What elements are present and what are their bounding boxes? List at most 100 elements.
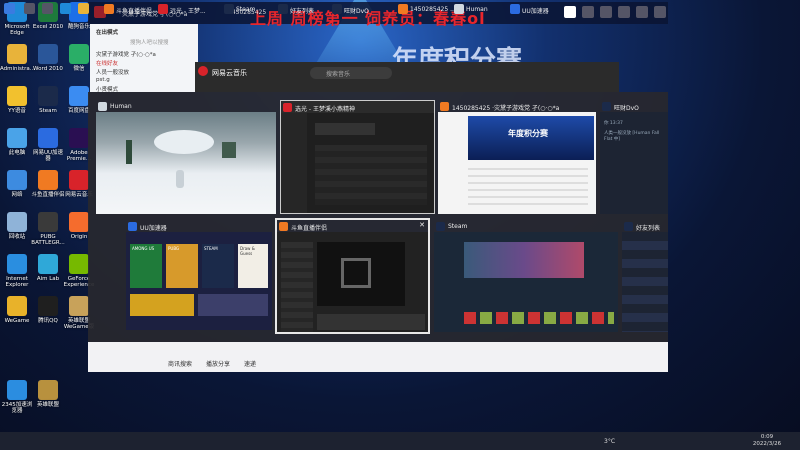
bell-icon[interactable]	[618, 6, 630, 18]
desktop-icon[interactable]: Internet Explorer	[0, 254, 34, 300]
desktop-icon-label: 回收站	[8, 234, 26, 240]
promo-banner[interactable]	[198, 294, 268, 316]
desktop-icon[interactable]: Aim Lab	[31, 254, 65, 300]
taskbar-task[interactable]: Human	[452, 1, 488, 17]
window-title: 1450285425 ·灾黛子游戏党 孑(○·○*a	[452, 105, 560, 112]
douyu-icon	[398, 4, 408, 14]
search-icon[interactable]	[24, 3, 35, 14]
desktop-icon[interactable]: PUBG BATTLEGR...	[31, 212, 65, 258]
desktop-icon[interactable]: 斗鱼直播伴侣	[31, 170, 65, 216]
game-tile[interactable]: AMONG US	[130, 244, 162, 288]
taskbar-task[interactable]: UU加速器	[508, 1, 549, 17]
task-window-uu[interactable]: UU加速器 AMONG US PUBG STEAM Draw & Guess	[126, 220, 272, 330]
desktop-icon[interactable]: YY语音	[0, 86, 34, 132]
task-window-stream[interactable]: 1450285425 ·灾黛子游戏党 孑(○·○*a 年度积分赛	[438, 100, 596, 214]
music-player-body	[281, 113, 434, 213]
douyu-icon	[440, 102, 449, 111]
music-search-input[interactable]: 搜索音乐	[310, 67, 392, 79]
desktop-icon-label: WeGame	[4, 318, 30, 324]
desktop-icon-label: Excel 2010	[32, 24, 64, 30]
window-title: Human	[110, 103, 132, 110]
desktop-icon[interactable]: Administra...	[0, 44, 35, 90]
steam-icon	[38, 86, 58, 106]
toolbar-item[interactable]: 速递	[244, 359, 256, 368]
douyu-icon	[104, 4, 114, 14]
qq-chat-panel: 在出模式 搜狗人吧以搜搜 灾黛子游戏党 孑(○·○*a 在线好友 人员一般没放 …	[90, 24, 198, 93]
task-window-human[interactable]: Human	[96, 100, 276, 214]
steam-featured-banner	[464, 242, 584, 278]
taskbar-task[interactable]: 1450285425 ...	[396, 1, 456, 17]
chat-line[interactable]: 灾黛子游戏党 孑(○·○*a	[96, 50, 156, 58]
music-sidebar	[281, 113, 307, 213]
task-window-music[interactable]: 选光 - 王梦溪小燕精神	[280, 100, 435, 214]
close-icon[interactable]: ✕	[419, 221, 425, 229]
task-window-steam[interactable]: Steam	[434, 220, 618, 332]
steam-store-body	[434, 232, 618, 332]
gamepad-icon[interactable]	[582, 6, 594, 18]
game-tile[interactable]: STEAM	[202, 244, 234, 288]
preview-logo	[341, 258, 371, 288]
desktop-icon-label: Internet Explorer	[5, 276, 29, 288]
netease-music-window	[195, 62, 619, 92]
chat-line[interactable]: 在线好友	[96, 59, 118, 67]
edge-icon[interactable]	[60, 3, 71, 14]
taskbar-task-label: 斗鱼直播伴侣	[116, 8, 153, 15]
desktop-icon[interactable]: Steam	[31, 86, 65, 132]
chat-bubble: 人类一般没放 [Human Fall Flat 中]	[604, 131, 660, 142]
system-clock[interactable]: 0:09 2022/3/26	[752, 434, 782, 448]
desktop-icon-label: Aim Lab	[36, 276, 60, 282]
desktop-icon-label: 英雄联盟	[36, 402, 59, 408]
settings-icon[interactable]	[636, 6, 648, 18]
game-tile[interactable]: PUBG	[166, 244, 198, 288]
recycle-bin-icon	[7, 212, 27, 232]
desktop-icon-label: Word 2010	[33, 66, 63, 72]
task-window-friends[interactable]: 好友列表	[622, 220, 668, 332]
chat-search-input[interactable]: 搜狗人吧以搜搜	[130, 38, 169, 46]
desktop-icon[interactable]: Word 2010	[31, 44, 65, 90]
task-window-douyu-companion[interactable]: 斗鱼直播伴侣 ✕	[275, 218, 430, 334]
promo-banner[interactable]	[130, 294, 194, 316]
desktop-icon[interactable]: 腾讯QQ	[31, 296, 65, 342]
friends-list-body	[622, 232, 668, 332]
desktop-icon-label: 腾讯QQ	[38, 318, 58, 324]
pine-tree	[222, 142, 236, 158]
music-app-title: 网易云音乐	[212, 69, 247, 77]
grid-icon[interactable]	[600, 6, 612, 18]
desktop-icon[interactable]: 网易UU加速器	[31, 128, 65, 174]
desktop-icon[interactable]: 此电脑	[0, 128, 34, 174]
toolbar-item[interactable]: 播放分享	[206, 359, 230, 368]
desktop-icon[interactable]: 网络	[0, 170, 34, 216]
taskbar-task[interactable]: 旺财DvO	[330, 1, 369, 17]
taskbar-task[interactable]: 远光 - 王梦...	[156, 1, 206, 17]
steam-chat-body: 你 13:37 人类一般没放 [Human Fall Flat 中]	[600, 112, 668, 214]
start-icon[interactable]	[4, 3, 15, 14]
stream-page-body: 年度积分赛	[438, 112, 596, 214]
word-icon	[38, 44, 58, 64]
preview-canvas	[317, 242, 405, 306]
desktop-icon-label: YY语音	[8, 108, 26, 114]
home-icon[interactable]	[564, 6, 576, 18]
window-title: UU加速器	[140, 225, 167, 232]
taskbar-task[interactable]: Steam	[222, 1, 255, 17]
chat-panel-header: 在出模式	[96, 30, 119, 36]
desktop-icon[interactable]: WeGame	[0, 296, 34, 342]
netease-icon	[158, 4, 168, 14]
taskbar-task-label: 旺财DvO	[344, 8, 369, 15]
game-tile[interactable]: Draw & Guess	[238, 244, 268, 288]
task-window-steam-chat[interactable]: 旺财DvO 你 13:37 人类一般没放 [Human Fall Flat 中]	[600, 100, 668, 214]
desktop-icon[interactable]: 2345加速浏览器	[0, 380, 34, 426]
chat-line[interactable]: pst.g	[96, 77, 110, 83]
minimize-icon[interactable]	[654, 6, 666, 18]
stream-chat-lines	[468, 168, 588, 208]
taskbar-task[interactable]: 斗鱼直播伴侣	[102, 1, 152, 17]
explorer-icon[interactable]	[78, 3, 89, 14]
desktop-icon[interactable]: 英雄联盟	[31, 380, 65, 426]
taskbar-task[interactable]: 好友列表	[276, 1, 314, 17]
network-icon	[7, 170, 27, 190]
toolbar-item[interactable]: 商讯搜索	[168, 359, 192, 368]
desktop-icon[interactable]: 回收站	[0, 212, 34, 258]
chat-line[interactable]: 人员一般没放	[96, 68, 129, 76]
task-view-icon[interactable]	[42, 3, 53, 14]
steam-icon	[332, 4, 342, 14]
song-list	[315, 145, 427, 205]
